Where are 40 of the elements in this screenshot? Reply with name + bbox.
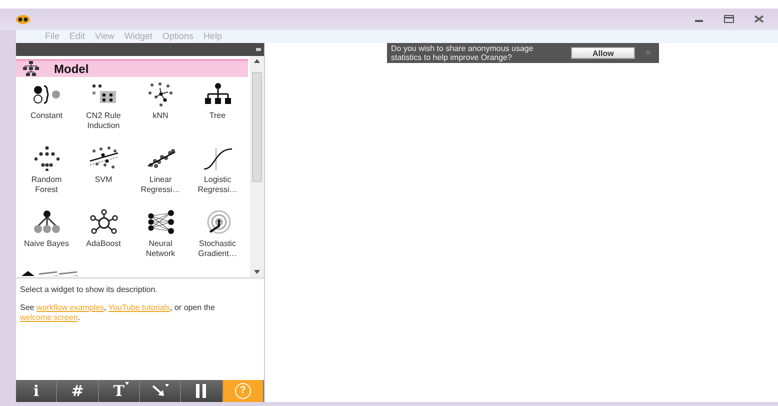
neural-network-icon xyxy=(146,209,176,235)
widget-label[interactable]: Random Forest xyxy=(20,175,72,195)
arrow-button[interactable] xyxy=(140,380,182,402)
widget-label[interactable]: Neural Network xyxy=(134,239,186,259)
widget-label[interactable]: SVM xyxy=(78,175,130,185)
tree-icon xyxy=(202,81,232,107)
grid-button[interactable]: # xyxy=(57,380,99,402)
widget-label[interactable]: Constant xyxy=(20,111,72,121)
arrow-icon xyxy=(151,384,170,398)
maximize-button[interactable] xyxy=(724,15,734,23)
app-logo-icon xyxy=(16,14,30,24)
widget-label[interactable]: Stochastic Gradient… xyxy=(192,239,244,259)
caret-icon xyxy=(124,382,129,385)
widget-label[interactable]: CN2 Rule Induction xyxy=(78,111,130,131)
trees-icon xyxy=(32,145,62,171)
widget-label[interactable]: Tree xyxy=(192,111,244,121)
widget-label[interactable]: kNN xyxy=(134,111,186,121)
category-title: Model xyxy=(54,62,89,76)
scroll-up-icon[interactable] xyxy=(254,59,260,63)
widget-label[interactable]: AdaBoost xyxy=(78,239,130,249)
tree-icon xyxy=(22,61,40,77)
description-text: Select a widget to show its description. xyxy=(20,285,158,295)
text-button[interactable]: T xyxy=(98,380,140,402)
info-button[interactable]: i xyxy=(16,380,58,402)
hub-icon xyxy=(88,209,118,235)
pause-icon xyxy=(195,384,208,398)
scroll-down-icon[interactable] xyxy=(254,270,260,274)
widget-label[interactable]: Linear Regressi… xyxy=(134,175,186,195)
scatter-line-icon xyxy=(88,145,118,171)
widget-label[interactable]: Naive Bayes xyxy=(20,239,72,249)
scrollbar[interactable] xyxy=(250,56,264,277)
notification-text: Do you wish to share anonymous usage statistics to help improve Orange? xyxy=(391,44,534,62)
widget-label[interactable]: Logistic Regressi… xyxy=(192,175,244,195)
node-graph-icon xyxy=(32,209,62,235)
allow-button[interactable]: Allow xyxy=(571,47,636,59)
scatter-icon xyxy=(146,81,176,107)
close-button[interactable] xyxy=(754,15,764,23)
pause-button[interactable] xyxy=(181,380,223,402)
sigmoid-curve-icon xyxy=(202,145,232,171)
help-paragraph: See workflow examples, YouTube tutorials, or open the welcome screen. xyxy=(20,303,216,323)
